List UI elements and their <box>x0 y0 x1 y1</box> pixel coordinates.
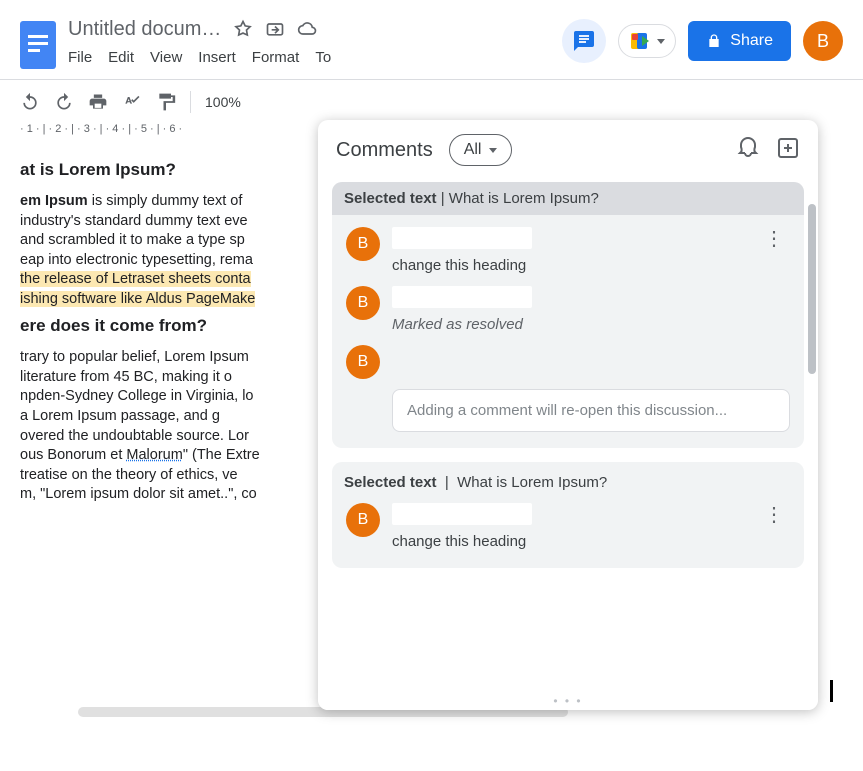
chevron-down-icon <box>657 39 665 44</box>
doc-text: industry's standard dummy text eve <box>20 213 248 229</box>
comment-reply-input[interactable]: Adding a comment will re-open this discu… <box>392 389 790 432</box>
comment-thread[interactable]: Selected text | What is Lorem Ipsum? B c… <box>332 462 804 568</box>
doc-heading-1: at is Lorem Ipsum? <box>20 159 330 182</box>
menu-edit[interactable]: Edit <box>108 49 134 66</box>
comment-thread[interactable]: Selected text | What is Lorem Ipsum? B c… <box>332 182 804 448</box>
toolbar: 100% <box>0 79 863 123</box>
doc-text: is simply dummy text of <box>88 193 243 209</box>
share-button[interactable]: Share <box>688 21 791 61</box>
selected-text-label: Selected text <box>344 190 437 207</box>
lock-icon <box>706 33 722 49</box>
document-body[interactable]: at is Lorem Ipsum? em Ipsum is simply du… <box>0 143 330 511</box>
selected-text-label: Selected text <box>344 474 437 491</box>
notifications-button[interactable] <box>736 136 760 165</box>
comments-panel: Comments All Selected text | What is Lor… <box>318 120 818 710</box>
chevron-down-icon <box>489 148 497 153</box>
menu-file[interactable]: File <box>68 49 92 66</box>
comment-author-avatar: B <box>346 286 380 320</box>
docs-logo[interactable] <box>20 21 56 69</box>
selected-text-value: What is Lorem Ipsum? <box>449 190 599 207</box>
comment-author-avatar: B <box>346 227 380 261</box>
new-comment-button[interactable] <box>776 136 800 165</box>
print-button[interactable] <box>88 92 108 112</box>
selected-text-value: What is Lorem Ipsum? <box>457 474 607 491</box>
comment-author-meta <box>392 227 532 249</box>
doc-spellcheck-word: Malorum <box>126 447 182 463</box>
undo-button[interactable] <box>20 92 40 112</box>
menu-insert[interactable]: Insert <box>198 49 236 66</box>
comments-filter-chip[interactable]: All <box>449 134 513 166</box>
doc-text: eap into electronic typesetting, rema <box>20 252 253 268</box>
doc-text: overed the undoubtable source. Lor <box>20 428 249 444</box>
spellcheck-button[interactable] <box>122 92 142 112</box>
doc-text: ous Bonorum et <box>20 447 126 463</box>
menubar: File Edit View Insert Format To <box>68 49 331 66</box>
doc-text: literature from 45 BC, making it o <box>20 369 232 385</box>
doc-text: a Lorem Ipsum passage, and g <box>20 408 220 424</box>
menu-tools[interactable]: To <box>315 49 331 66</box>
account-avatar[interactable]: B <box>803 21 843 61</box>
comment-more-menu[interactable]: ⋮ <box>758 503 790 527</box>
doc-heading-2: ere does it come from? <box>20 315 330 338</box>
comment-text: change this heading <box>392 257 746 274</box>
doc-text: npden-Sydney College in Virginia, lo <box>20 388 254 404</box>
text-cursor <box>830 680 833 702</box>
doc-highlighted-text: the release of Letraset sheets conta <box>20 271 251 287</box>
document-title[interactable]: Untitled document <box>68 18 223 41</box>
panel-scrollbar[interactable] <box>808 204 816 374</box>
menu-format[interactable]: Format <box>252 49 300 66</box>
move-icon[interactable] <box>265 19 285 39</box>
comment-status: Marked as resolved <box>392 316 790 333</box>
star-icon[interactable] <box>233 19 253 39</box>
doc-text: and scrambled it to make a type sp <box>20 232 245 248</box>
comment-author-meta <box>392 503 532 525</box>
comment-author-avatar: B <box>346 503 380 537</box>
comment-author-avatar: B <box>346 345 380 379</box>
share-label: Share <box>730 32 773 50</box>
doc-text: treatise on the theory of ethics, ve <box>20 467 238 483</box>
comment-author-meta <box>392 286 532 308</box>
panel-resize-handle[interactable]: • • • <box>553 694 582 708</box>
cloud-status-icon[interactable] <box>297 19 317 39</box>
doc-text: trary to popular belief, Lorem Ipsum <box>20 349 249 365</box>
doc-text: m, "Lorem ipsum dolor sit amet..", co <box>20 486 257 502</box>
meet-icon <box>629 31 653 51</box>
comments-panel-title: Comments <box>336 139 433 162</box>
doc-highlighted-text: ishing software like Aldus PageMake <box>20 291 255 307</box>
paint-format-button[interactable] <box>156 92 176 112</box>
doc-text: " (The Extre <box>183 447 260 463</box>
comment-text: change this heading <box>392 533 746 550</box>
comment-more-menu[interactable]: ⋮ <box>758 227 790 251</box>
open-comments-button[interactable] <box>562 19 606 63</box>
comments-filter-label: All <box>464 141 482 159</box>
doc-strong-text: em Ipsum <box>20 193 88 209</box>
menu-view[interactable]: View <box>150 49 182 66</box>
meet-button[interactable] <box>618 24 676 58</box>
redo-button[interactable] <box>54 92 74 112</box>
zoom-level[interactable]: 100% <box>205 94 241 110</box>
